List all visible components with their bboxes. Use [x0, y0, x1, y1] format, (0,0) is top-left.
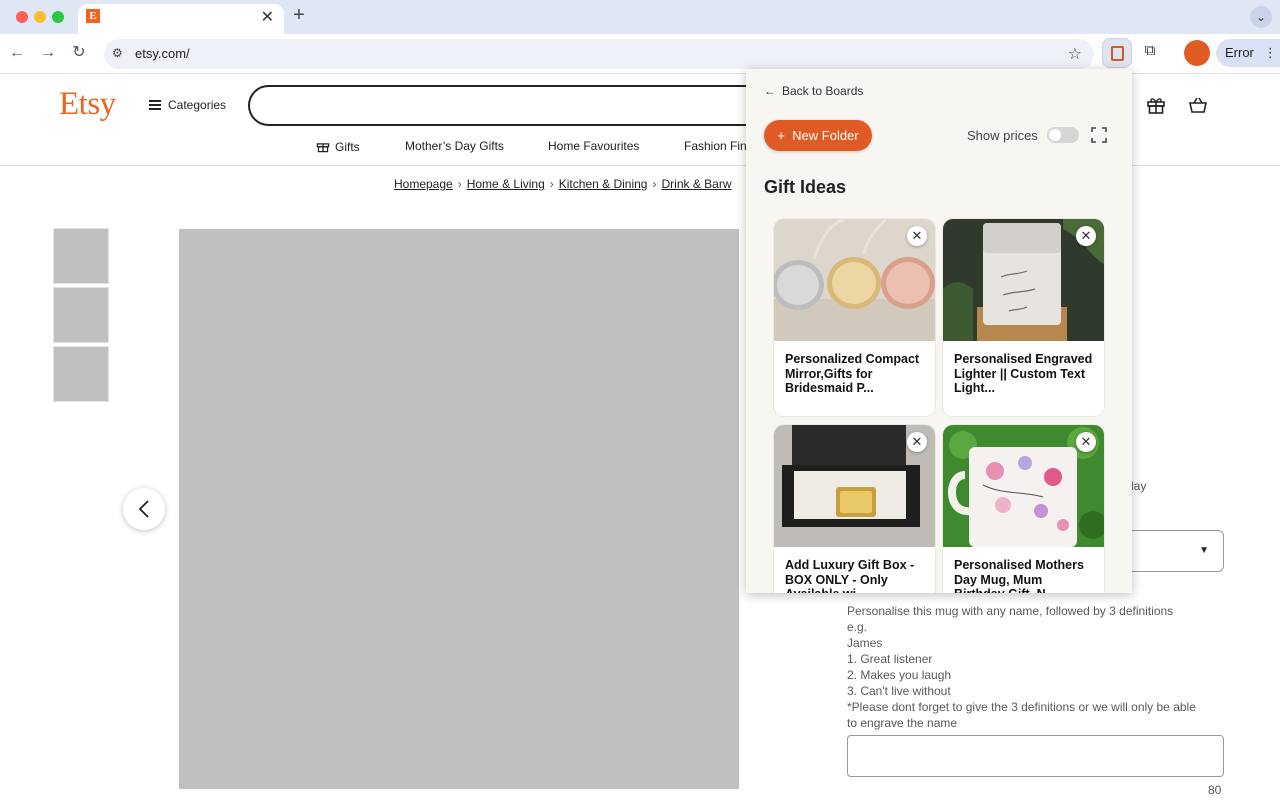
remove-item-close-icon[interactable]: ✕: [1076, 226, 1096, 246]
gift-small-icon: [316, 143, 330, 153]
bookmark-extension-icon: [1111, 46, 1124, 61]
window-zoom-button[interactable]: [52, 11, 64, 23]
saved-item-card[interactable]: ✕ Add Luxury Gift Box - BOX ONLY - Only …: [774, 425, 935, 593]
board-title: Gift Ideas: [764, 177, 847, 197]
browser-tab-strip: E ✕ + ⌄: [0, 0, 1280, 34]
instruction-line: to engrave the name: [847, 716, 958, 730]
puzzle-icon[interactable]: ⧉: [1140, 42, 1160, 62]
breadcrumb: Homepage › Home & Living › Kitchen & Dining ›…: [394, 177, 732, 191]
instruction-line: 2. Makes you laugh: [847, 668, 952, 682]
subnav-mothers-day[interactable]: Mother’s Day Gifts: [405, 139, 504, 153]
subnav-fashion-finds[interactable]: Fashion Fin: [684, 139, 747, 153]
personalisation-instructions: Personalise this mug with any name, foll…: [847, 603, 1207, 731]
personalisation-textarea[interactable]: [847, 735, 1224, 777]
address-bar[interactable]: ⚙ etsy.com/ ☆: [104, 39, 1094, 69]
item-title[interactable]: Personalised Mothers Day Mug, Mum Birthd…: [954, 558, 1096, 593]
listing-thumbnail[interactable]: [53, 228, 109, 284]
breadcrumb-item[interactable]: Kitchen & Dining: [559, 177, 648, 191]
listing-thumbnail[interactable]: [53, 287, 109, 343]
back-label: Back to Boards: [782, 84, 864, 98]
plus-icon: +: [777, 128, 785, 143]
item-title[interactable]: Add Luxury Gift Box - BOX ONLY - Only Av…: [785, 558, 927, 593]
forward-arrow-icon[interactable]: →: [37, 42, 59, 64]
tab-close-icon[interactable]: ✕: [261, 7, 274, 27]
instruction-line: *Please dont forget to give the 3 defini…: [847, 700, 1196, 714]
back-to-boards-link[interactable]: ← Back to Boards: [764, 84, 863, 98]
remove-item-close-icon[interactable]: ✕: [907, 226, 927, 246]
tab-search-chevron-down-icon[interactable]: ⌄: [1250, 6, 1272, 28]
subnav-label: Gifts: [335, 140, 360, 154]
dropdown-caret-icon: ▼: [1199, 545, 1209, 556]
breadcrumb-item[interactable]: Home & Living: [467, 177, 545, 191]
instruction-line: e.g.: [847, 620, 868, 634]
saved-item-card[interactable]: ✕ Personalised Mothers Day Mug, Mum Birt…: [943, 425, 1104, 593]
url-text[interactable]: etsy.com/: [135, 46, 190, 61]
remove-item-close-icon[interactable]: ✕: [907, 432, 927, 452]
bookmark-extension-button[interactable]: [1102, 38, 1132, 68]
new-tab-button[interactable]: +: [290, 4, 308, 27]
subnav-gifts[interactable]: Gifts: [316, 139, 360, 154]
kebab-menu-icon[interactable]: ⋮: [1264, 45, 1277, 60]
browser-toolbar: ← → ↻ ⚙ etsy.com/ ☆ ⧉ Error ⋮: [0, 34, 1280, 74]
character-count: 80: [1208, 783, 1222, 797]
etsy-logo[interactable]: Etsy: [59, 86, 116, 123]
back-arrow-icon: ←: [764, 84, 776, 98]
browser-tab-etsy[interactable]: E ✕: [78, 4, 284, 34]
show-prices-toggle[interactable]: [1047, 127, 1079, 143]
item-title[interactable]: Personalized Compact Mirror,Gifts for Br…: [785, 352, 927, 396]
new-folder-label: New Folder: [792, 128, 859, 143]
expand-icon[interactable]: [1091, 127, 1107, 143]
chevron-right-icon: ›: [457, 177, 462, 191]
saved-item-card[interactable]: ✕ Personalized Compact Mirror,Gifts for …: [774, 219, 935, 416]
save-to-board-popup: ← Back to Boards + New Folder Show prices…: [746, 69, 1132, 593]
categories-label: Categories: [168, 98, 227, 112]
previous-image-button[interactable]: [123, 488, 165, 530]
site-settings-icon[interactable]: ⚙: [112, 46, 123, 60]
basket-icon[interactable]: [1188, 95, 1208, 120]
star-icon[interactable]: ☆: [1068, 44, 1082, 64]
categories-button[interactable]: Categories: [149, 98, 226, 112]
hamburger-icon: [149, 100, 161, 110]
remove-item-close-icon[interactable]: ✕: [1076, 432, 1096, 452]
reload-icon[interactable]: ↻: [68, 42, 90, 64]
partial-delivery-text: lay: [1131, 479, 1147, 493]
instruction-line: 1. Great listener: [847, 652, 933, 666]
chevron-right-icon: ›: [652, 177, 657, 191]
item-title[interactable]: Personalised Engraved Lighter || Custom …: [954, 352, 1096, 396]
toggle-knob: [1049, 129, 1061, 141]
subnav-home-favourites[interactable]: Home Favourites: [548, 139, 639, 153]
profile-avatar[interactable]: [1184, 40, 1210, 66]
etsy-favicon-icon: E: [86, 9, 100, 23]
gift-icon[interactable]: [1146, 95, 1166, 120]
listing-thumbnail[interactable]: [53, 346, 109, 402]
window-minimize-button[interactable]: [34, 11, 46, 23]
saved-item-card[interactable]: ✕ Personalised Engraved Lighter || Custo…: [943, 219, 1104, 416]
chevron-left-icon: [138, 500, 149, 518]
instruction-line: James: [847, 636, 883, 650]
variation-select[interactable]: ▼: [1125, 530, 1224, 572]
breadcrumb-item[interactable]: Homepage: [394, 177, 453, 191]
profile-error-pill[interactable]: Error ⋮: [1216, 39, 1280, 67]
window-close-button[interactable]: [16, 11, 28, 23]
back-arrow-icon[interactable]: ←: [6, 42, 28, 64]
instruction-line: 3. Can't live without: [847, 684, 951, 698]
show-prices-label: Show prices: [967, 128, 1038, 143]
profile-status-label: Error: [1225, 45, 1254, 60]
new-folder-button[interactable]: + New Folder: [764, 120, 872, 151]
chevron-right-icon: ›: [549, 177, 554, 191]
breadcrumb-item[interactable]: Drink & Barw: [661, 177, 731, 191]
listing-main-image[interactable]: [179, 229, 739, 789]
instruction-line: Personalise this mug with any name, foll…: [847, 604, 1174, 618]
